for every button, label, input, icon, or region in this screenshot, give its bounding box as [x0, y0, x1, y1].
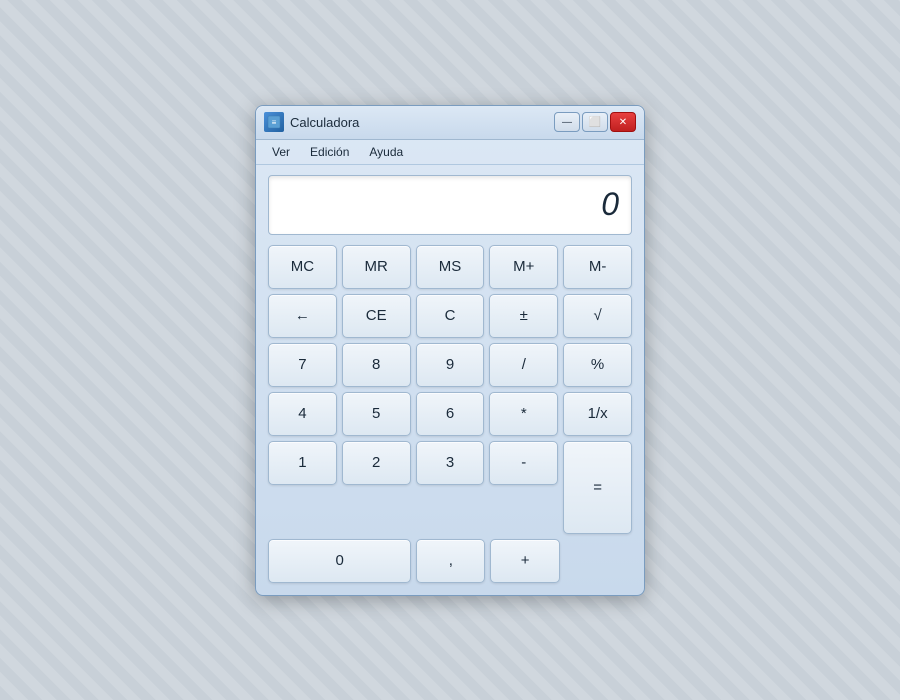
display: 0: [268, 175, 632, 235]
btn-decimal[interactable]: ,: [416, 539, 485, 583]
menu-ayuda[interactable]: Ayuda: [361, 142, 411, 162]
btn-sqrt[interactable]: √: [563, 294, 632, 338]
btn-9[interactable]: 9: [416, 343, 485, 387]
btn-multiply[interactable]: *: [489, 392, 558, 436]
btn-6[interactable]: 6: [416, 392, 485, 436]
btn-8[interactable]: 8: [342, 343, 411, 387]
row-0: 0 , +: [268, 539, 632, 583]
row-123: 1 2 3 - =: [268, 441, 632, 534]
calculator-window: ≡ Calculadora — ⬜ ✕ Ver Edición Ayuda 0 …: [255, 105, 645, 596]
btn-ms[interactable]: MS: [416, 245, 485, 289]
btn-1[interactable]: 1: [268, 441, 337, 485]
btn-mplus[interactable]: M+: [489, 245, 558, 289]
btn-c[interactable]: C: [416, 294, 485, 338]
app-icon: ≡: [264, 112, 284, 132]
maximize-button[interactable]: ⬜: [582, 112, 608, 132]
row-456: 4 5 6 * 1/x: [268, 392, 632, 436]
btn-ce[interactable]: CE: [342, 294, 411, 338]
minimize-button[interactable]: —: [554, 112, 580, 132]
row-789: 7 8 9 / %: [268, 343, 632, 387]
close-button[interactable]: ✕: [610, 112, 636, 132]
svg-text:≡: ≡: [272, 118, 277, 127]
calc-body: 0 MC MR MS M+ M- ← CE C ± √ 7 8: [256, 165, 644, 595]
btn-0[interactable]: 0: [268, 539, 411, 583]
btn-backspace[interactable]: ←: [268, 294, 337, 338]
clear-row: ← CE C ± √: [268, 294, 632, 338]
window-title: Calculadora: [290, 115, 554, 130]
menu-ver[interactable]: Ver: [264, 142, 298, 162]
menu-edicion[interactable]: Edición: [302, 142, 357, 162]
title-bar: ≡ Calculadora — ⬜ ✕: [256, 106, 644, 140]
window-controls: — ⬜ ✕: [554, 112, 636, 132]
btn-3[interactable]: 3: [416, 441, 485, 485]
btn-subtract[interactable]: -: [489, 441, 558, 485]
btn-mr[interactable]: MR: [342, 245, 411, 289]
btn-mminus[interactable]: M-: [563, 245, 632, 289]
btn-reciprocal[interactable]: 1/x: [563, 392, 632, 436]
btn-mc[interactable]: MC: [268, 245, 337, 289]
btn-2[interactable]: 2: [342, 441, 411, 485]
btn-divide[interactable]: /: [489, 343, 558, 387]
btn-equals[interactable]: =: [563, 441, 632, 534]
menu-bar: Ver Edición Ayuda: [256, 140, 644, 165]
btn-plusminus[interactable]: ±: [489, 294, 558, 338]
btn-add[interactable]: +: [490, 539, 559, 583]
btn-5[interactable]: 5: [342, 392, 411, 436]
btn-4[interactable]: 4: [268, 392, 337, 436]
memory-row: MC MR MS M+ M-: [268, 245, 632, 289]
btn-percent[interactable]: %: [563, 343, 632, 387]
display-value: 0: [601, 186, 619, 223]
btn-7[interactable]: 7: [268, 343, 337, 387]
buttons-grid: MC MR MS M+ M- ← CE C ± √ 7 8 9 / %: [268, 245, 632, 583]
